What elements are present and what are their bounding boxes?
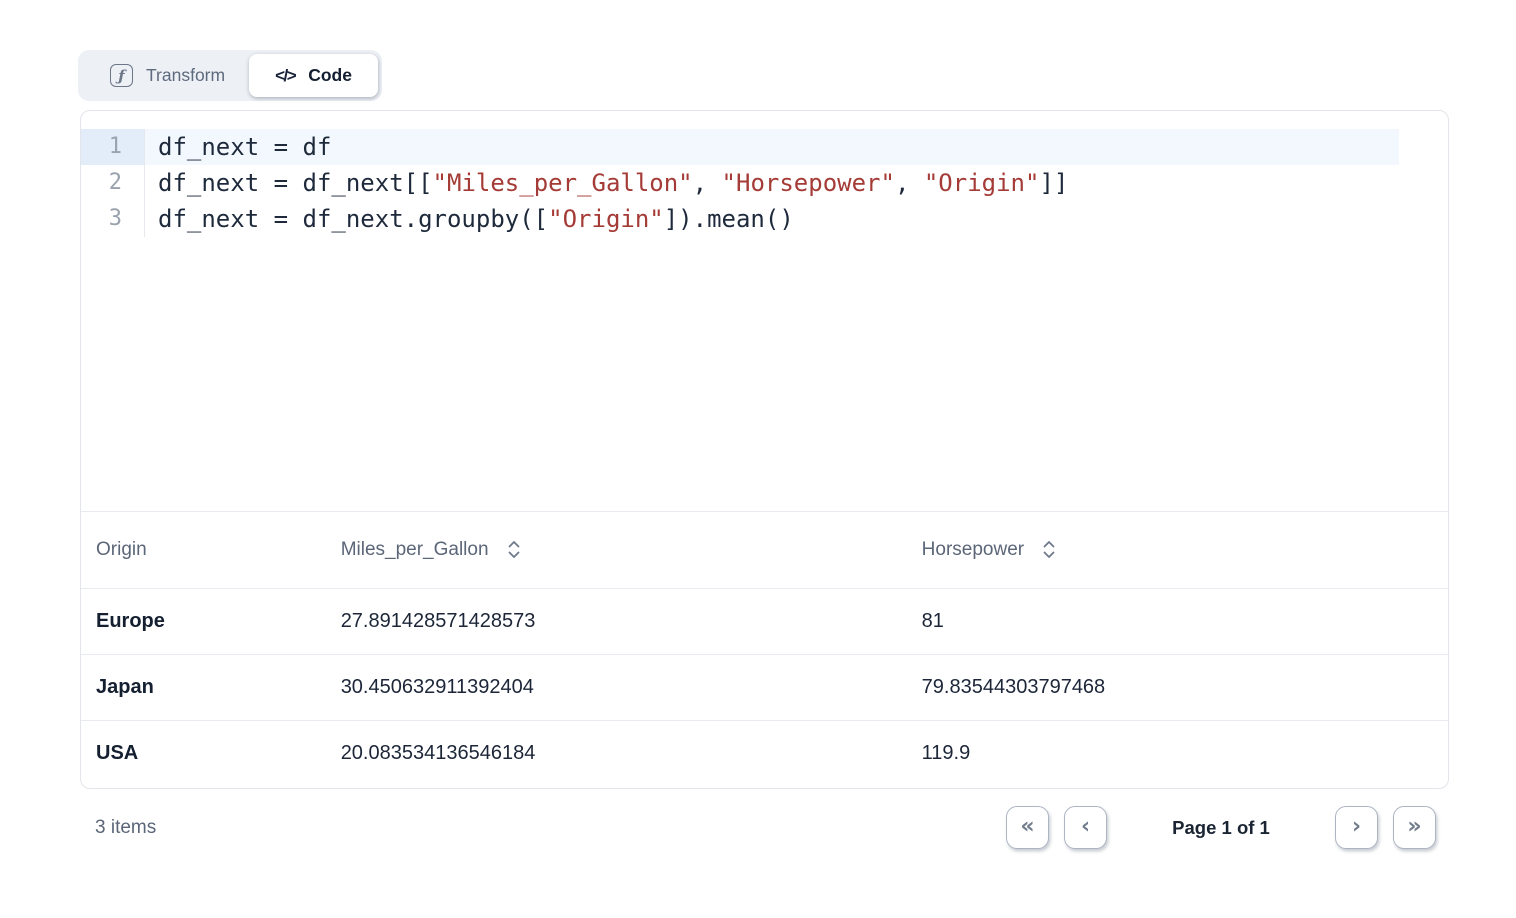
cell-mpg: 20.083534136546184 xyxy=(326,720,907,786)
cell-mpg: 27.891428571428573 xyxy=(326,588,907,654)
table-header-row: Origin Miles_per_Gallon Horse xyxy=(81,512,1448,588)
sort-icon[interactable] xyxy=(506,539,522,560)
table-row: Japan 30.450632911392404 79.835443037974… xyxy=(81,654,1448,720)
previous-page-button[interactable]: ‹ xyxy=(1064,806,1107,849)
column-header-origin: Origin xyxy=(81,512,326,588)
next-page-button[interactable]: › xyxy=(1335,806,1378,849)
sort-icon[interactable] xyxy=(1041,539,1057,560)
tab-transform[interactable]: ƒ Transform xyxy=(82,54,249,97)
tab-transform-label: Transform xyxy=(146,65,225,86)
cell-horsepower: 81 xyxy=(907,588,1448,654)
code-text: ]] xyxy=(1039,169,1068,197)
string-token: "Miles_per_Gallon" xyxy=(433,169,693,197)
code-line: 2 df_next = df_next[["Miles_per_Gallon",… xyxy=(81,165,1448,201)
pagination-bar: 3 items « ‹ Page 1 of 1 › » xyxy=(80,800,1449,855)
table-row: Europe 27.891428571428573 81 xyxy=(81,588,1448,654)
code-line: 1 df_next = df xyxy=(81,129,1448,165)
line-number: 3 xyxy=(81,201,145,237)
first-page-button[interactable]: « xyxy=(1006,806,1049,849)
column-label: Miles_per_Gallon xyxy=(341,539,489,561)
table-row: USA 20.083534136546184 119.9 xyxy=(81,720,1448,786)
view-toggle-tabbar: ƒ Transform </> Code xyxy=(78,50,382,101)
result-table: Origin Miles_per_Gallon Horse xyxy=(81,512,1448,786)
cell-origin: USA xyxy=(81,720,326,786)
column-label: Origin xyxy=(96,539,147,561)
line-number: 2 xyxy=(81,165,145,201)
code-text: df_next = df xyxy=(158,133,331,161)
code-brackets-icon: </> xyxy=(275,66,295,86)
transform-cell: ƒ Transform </> Code 1 df_next = df 2 df… xyxy=(0,0,1516,918)
last-page-button[interactable]: » xyxy=(1393,806,1436,849)
tab-code-label: Code xyxy=(308,65,352,86)
code-text: df_next = df_next[[ xyxy=(158,169,433,197)
function-icon: ƒ xyxy=(110,64,133,87)
line-number: 1 xyxy=(81,129,145,165)
pagination-controls: « ‹ Page 1 of 1 › » xyxy=(1006,806,1436,849)
tab-code[interactable]: </> Code xyxy=(249,54,378,97)
cell-horsepower: 119.9 xyxy=(907,720,1448,786)
code-line: 3 df_next = df_next.groupby(["Origin"]).… xyxy=(81,201,1448,237)
code-and-result-panel: 1 df_next = df 2 df_next = df_next[["Mil… xyxy=(80,110,1449,789)
string-token: "Origin" xyxy=(924,169,1040,197)
string-token: "Origin" xyxy=(548,205,664,233)
code-text: ]).mean() xyxy=(664,205,794,233)
column-header-miles-per-gallon[interactable]: Miles_per_Gallon xyxy=(326,512,907,588)
cell-origin: Europe xyxy=(81,588,326,654)
string-token: "Horsepower" xyxy=(722,169,895,197)
cell-horsepower: 79.83544303797468 xyxy=(907,654,1448,720)
cell-origin: Japan xyxy=(81,654,326,720)
code-text: , xyxy=(895,169,924,197)
column-label: Horsepower xyxy=(922,539,1024,561)
column-header-horsepower[interactable]: Horsepower xyxy=(907,512,1448,588)
cell-mpg: 30.450632911392404 xyxy=(326,654,907,720)
code-text: , xyxy=(693,169,722,197)
page-indicator: Page 1 of 1 xyxy=(1164,817,1278,839)
items-count: 3 items xyxy=(95,817,156,839)
code-text: df_next = df_next.groupby([ xyxy=(158,205,548,233)
code-editor[interactable]: 1 df_next = df 2 df_next = df_next[["Mil… xyxy=(81,111,1448,512)
